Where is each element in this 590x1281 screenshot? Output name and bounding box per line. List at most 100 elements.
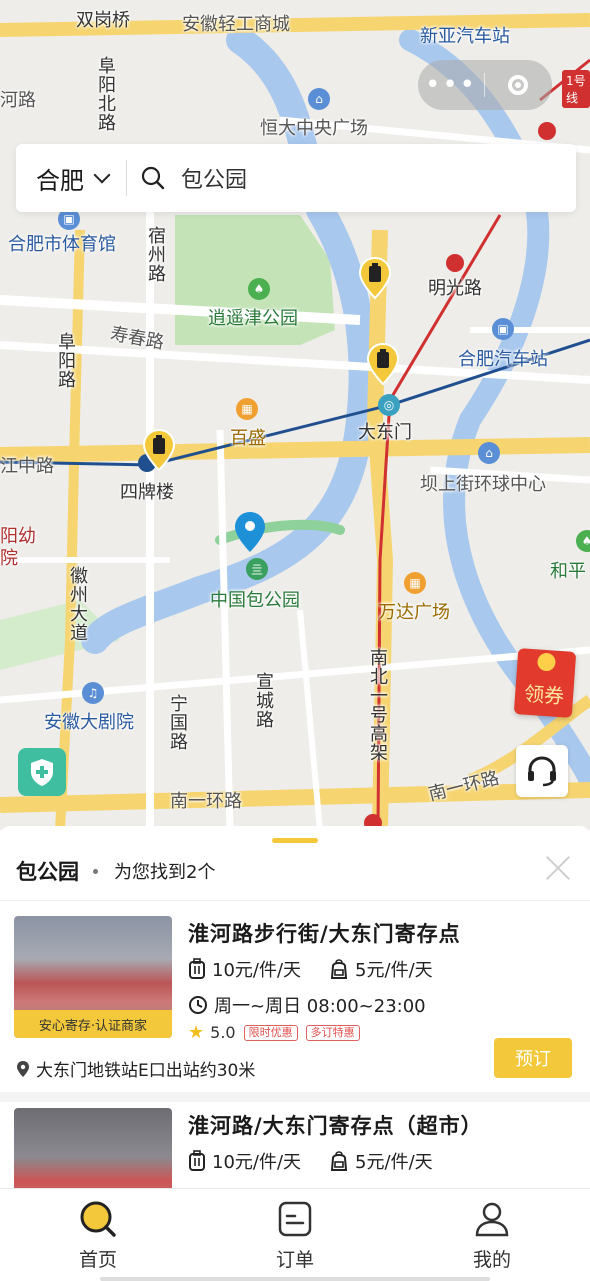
rail-station-icon	[538, 122, 556, 140]
map-label: 南北一号高架	[367, 648, 388, 762]
search-icon	[141, 166, 165, 190]
promo-badge: 多订特惠	[305, 1024, 360, 1041]
map-label: 明光路	[428, 278, 482, 299]
tab-label: 订单	[275, 1249, 314, 1271]
map-label: 合肥市体育馆	[8, 234, 116, 255]
park-icon: ♠	[248, 278, 270, 300]
hours-row: 周一~周日 08:00~23:00	[188, 992, 426, 1018]
location-pin-icon	[235, 512, 265, 552]
tab-home[interactable]: 首页	[38, 1199, 158, 1272]
store-thumbnail: 安心寄存·认证商家	[14, 916, 172, 1038]
map-label: 安徽大剧院	[44, 712, 134, 733]
bus-icon: ▣	[492, 318, 514, 340]
metro-line-badge: 1号线	[562, 70, 590, 108]
backpack-icon	[330, 959, 348, 979]
results-sheet: 包公园 为您找到2个 安心寄存·认证商家 淮河路步行街/大东门寄存点 10元/件…	[0, 826, 590, 1188]
bottom-tab-bar: 首页 订单 我的	[0, 1188, 590, 1281]
search-divider	[126, 160, 127, 196]
map-label: 安徽轻工商城	[182, 14, 290, 35]
map-label: 河路	[0, 90, 36, 111]
search-home-icon	[80, 1201, 116, 1237]
map-label: 中国包公园	[210, 590, 300, 611]
map-label: 阳幼	[0, 526, 36, 547]
address-text: 大东门地铁站E口出站约30米	[36, 1061, 256, 1081]
chevron-down-icon	[93, 166, 111, 184]
rail-station-icon	[446, 254, 464, 272]
user-icon	[475, 1202, 509, 1237]
map-label: 四牌楼	[120, 482, 174, 503]
store-thumbnail	[14, 1108, 172, 1188]
map-label: 南一环路	[170, 791, 242, 812]
book-button[interactable]: 预订	[494, 1038, 572, 1078]
tab-orders[interactable]: 订单	[235, 1199, 355, 1272]
map-label: 万达广场	[378, 602, 450, 623]
store-title: 淮河路/大东门寄存点（超市）	[188, 1114, 483, 1138]
home-icon: ⌂	[308, 88, 330, 110]
close-miniprogram-icon[interactable]	[485, 75, 551, 95]
city-name: 合肥	[36, 166, 84, 195]
price-row: 10元/件/天 5元/件/天	[188, 1148, 433, 1174]
miniprogram-capsule: •••	[418, 60, 552, 110]
map-label: 新亚汽车站	[420, 26, 510, 47]
rating-row: ★ 5.0 限时优惠 多订特惠	[188, 1022, 360, 1043]
search-input[interactable]	[179, 164, 523, 192]
map-label: 和平	[550, 561, 586, 582]
safety-button[interactable]	[18, 748, 66, 796]
metro-station-icon: ◎	[378, 394, 400, 416]
tab-label: 我的	[472, 1249, 511, 1271]
drag-handle[interactable]	[272, 838, 318, 843]
price-per-bag: 5元/件/天	[355, 960, 433, 981]
address-row: 大东门地铁站E口出站约30米	[16, 1056, 255, 1081]
tab-profile[interactable]: 我的	[432, 1199, 552, 1272]
orders-icon	[278, 1201, 312, 1237]
results-header: 包公园 为您找到2个	[16, 856, 215, 886]
map-label: 双岗桥	[76, 10, 130, 31]
price-per-bag: 5元/件/天	[355, 1152, 433, 1173]
result-card[interactable]: 安心寄存·认证商家 淮河路步行街/大东门寄存点 10元/件/天 5元/件/天 周…	[0, 900, 590, 1092]
storage-pin-icon[interactable]	[366, 342, 400, 386]
map-label: 恒大中央广场	[260, 118, 368, 139]
shopping-icon: ▦	[236, 398, 258, 420]
map-label: 宣城路	[253, 672, 274, 729]
clock-icon	[189, 996, 207, 1014]
map-label: 宁国路	[167, 694, 188, 751]
map-view[interactable]: 双岗桥 安徽轻工商城 新亚汽车站 阜阳北路 恒大中央广场 河路 合肥市体育馆 宿…	[0, 0, 590, 830]
map-label: 阜阳路	[55, 332, 76, 389]
coupon-button[interactable]: 领券	[513, 648, 577, 718]
header-dot	[93, 868, 98, 874]
city-selector[interactable]: 合肥	[16, 161, 111, 196]
opening-hours: 周一~周日 08:00~23:00	[214, 996, 426, 1017]
results-keyword: 包公园	[16, 860, 79, 884]
map-label: 合肥汽车站	[458, 349, 548, 370]
map-label: 坝上街环球中心	[420, 474, 546, 495]
price-row: 10元/件/天 5元/件/天	[188, 956, 433, 982]
storage-pin-icon[interactable]	[142, 428, 176, 472]
more-icon[interactable]: •••	[418, 72, 484, 98]
promo-badge: 限时优惠	[243, 1024, 298, 1041]
map-label: 江中路	[0, 456, 54, 477]
customer-service-button[interactable]	[516, 745, 568, 797]
coin-icon	[536, 652, 557, 672]
map-label: 阜阳北路	[95, 56, 116, 132]
close-icon[interactable]	[544, 854, 572, 882]
price-per-piece: 10元/件/天	[212, 1152, 302, 1173]
landmark-icon: 亖	[246, 558, 268, 580]
backpack-icon	[330, 1151, 348, 1171]
price-per-piece: 10元/件/天	[212, 960, 302, 981]
location-icon	[17, 1060, 29, 1077]
home-indicator	[100, 1277, 490, 1281]
map-label: 院	[0, 548, 18, 569]
suitcase-icon	[189, 1150, 205, 1171]
map-label: 徽州大道	[67, 566, 88, 642]
verified-tag: 安心寄存·认证商家	[14, 1010, 172, 1038]
coupon-label: 领券	[523, 681, 565, 709]
search-bar: 合肥	[16, 144, 576, 212]
rating-value: 5.0	[210, 1023, 236, 1042]
mall-icon: ▦	[404, 572, 426, 594]
storage-pin-icon[interactable]	[358, 256, 392, 300]
map-label: 逍遥津公园	[208, 308, 298, 329]
shield-icon	[31, 759, 53, 786]
building-icon: ⌂	[478, 442, 500, 464]
map-label: 大东门	[358, 422, 412, 443]
result-card[interactable]: 淮河路/大东门寄存点（超市） 10元/件/天 5元/件/天	[0, 1092, 590, 1188]
